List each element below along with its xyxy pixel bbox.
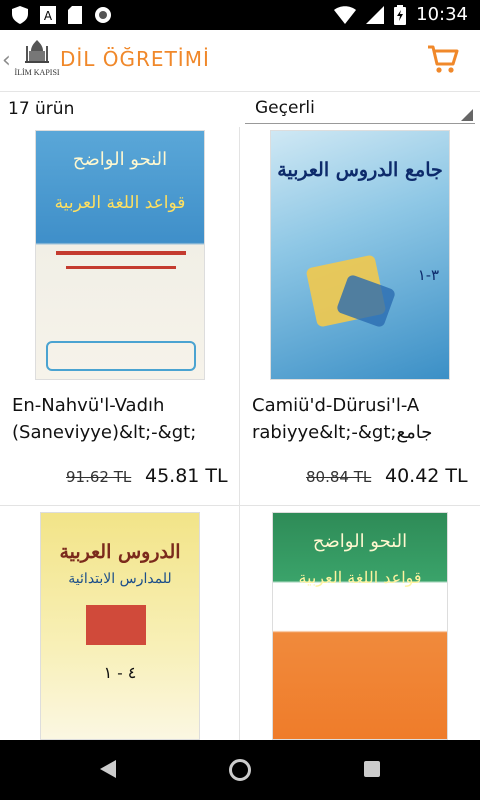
product-image[interactable]: جامع الدروس العربية ٣-١ (270, 130, 450, 380)
app-a-icon: A (40, 6, 56, 24)
status-icons-right: 10:34 (334, 4, 468, 25)
product-image[interactable]: النحو الواضح قواعد اللغة العربية (35, 130, 205, 380)
app-bar: ‹ İLİM KAPISI DİL ÖĞRETİMİ (0, 30, 480, 92)
system-nav-bar (0, 740, 480, 800)
product-name-line: En-Nahvü'l-Vadıh (12, 395, 165, 416)
list-toolbar: 17 ürün Geçerli (0, 92, 480, 126)
current-price: 40.42 TL (385, 465, 468, 487)
product-grid: النحو الواضح قواعد اللغة العربية En-Nahv… (0, 127, 480, 740)
cover-volume: ٣-١ (417, 266, 439, 284)
nav-recent-apps-icon[interactable] (364, 761, 380, 777)
old-price: 80.84 TL (306, 468, 372, 486)
product-image[interactable]: النحو الواضح قواعد اللغة العربية (272, 512, 448, 740)
cover-decor-line (66, 266, 176, 269)
status-icons-left: A (12, 6, 112, 24)
product-card[interactable]: النحو الواضح قواعد اللغة العربية (240, 506, 479, 740)
status-bar: A 10:34 (0, 0, 480, 30)
chevron-left-icon[interactable]: ‹ (2, 48, 11, 73)
mosque-logo-icon (25, 40, 49, 63)
cover-authors-box (46, 341, 196, 371)
wifi-icon (334, 5, 357, 24)
cover-title: النحو الواضح (312, 531, 408, 552)
product-name[interactable]: Camiü'd-Dürusi'l-A rabiyye&lt;-&gt;جامع (252, 392, 472, 446)
cover-decor-line (56, 251, 186, 255)
cover-title: الدروس العربية (59, 541, 181, 563)
product-name-line: Camiü'd-Dürusi'l-A (252, 395, 420, 416)
nav-back-icon[interactable] (100, 760, 116, 778)
cover-subtitle: للمدارس الابتدائية (68, 571, 172, 587)
cover-title: النحو الواضح (72, 149, 168, 170)
cover-subtitle: قواعد اللغة العربية (298, 568, 422, 587)
cart-icon[interactable] (426, 42, 460, 76)
product-card[interactable]: جامع الدروس العربية ٣-١ Camiü'd-Dürusi'l… (240, 127, 479, 505)
sort-selected-label: Geçerli (255, 98, 315, 118)
current-price: 45.81 TL (145, 465, 228, 487)
cover-volume: ٤ - ١ (103, 663, 137, 682)
sync-icon (95, 7, 111, 23)
cover-subtitle: قواعد اللغة العربية (54, 193, 186, 213)
cover-decor-shape (86, 605, 146, 645)
product-count: 17 ürün (8, 99, 75, 119)
signal-icon (366, 5, 385, 24)
product-name[interactable]: En-Nahvü'l-Vadıh (Saneviyye)&lt;-&gt; (12, 392, 232, 446)
shield-icon (12, 6, 28, 24)
cover-title: جامع الدروس العربية (277, 159, 443, 181)
page-title: DİL ÖĞRETİMİ (60, 47, 210, 71)
old-price: 91.62 TL (66, 468, 132, 486)
sort-dropdown[interactable]: Geçerli (245, 92, 475, 124)
product-name-line: rabiyye&lt;-&gt;جامع (252, 422, 433, 443)
app-logo[interactable]: İLİM KAPISI (14, 38, 60, 82)
nav-home-icon[interactable] (229, 759, 251, 781)
logo-text: İLİM KAPISI (14, 68, 60, 77)
svg-text:A: A (44, 9, 53, 23)
product-card[interactable]: الدروس العربية للمدارس الابتدائية ٤ - ١ (0, 506, 239, 740)
battery-icon (394, 4, 407, 25)
sd-card-icon (68, 6, 82, 24)
dropdown-arrow-icon (461, 109, 473, 121)
product-image[interactable]: الدروس العربية للمدارس الابتدائية ٤ - ١ (40, 512, 200, 740)
clock: 10:34 (416, 4, 468, 25)
product-card[interactable]: النحو الواضح قواعد اللغة العربية En-Nahv… (0, 127, 239, 505)
product-name-line: (Saneviyye)&lt;-&gt; (12, 422, 197, 443)
